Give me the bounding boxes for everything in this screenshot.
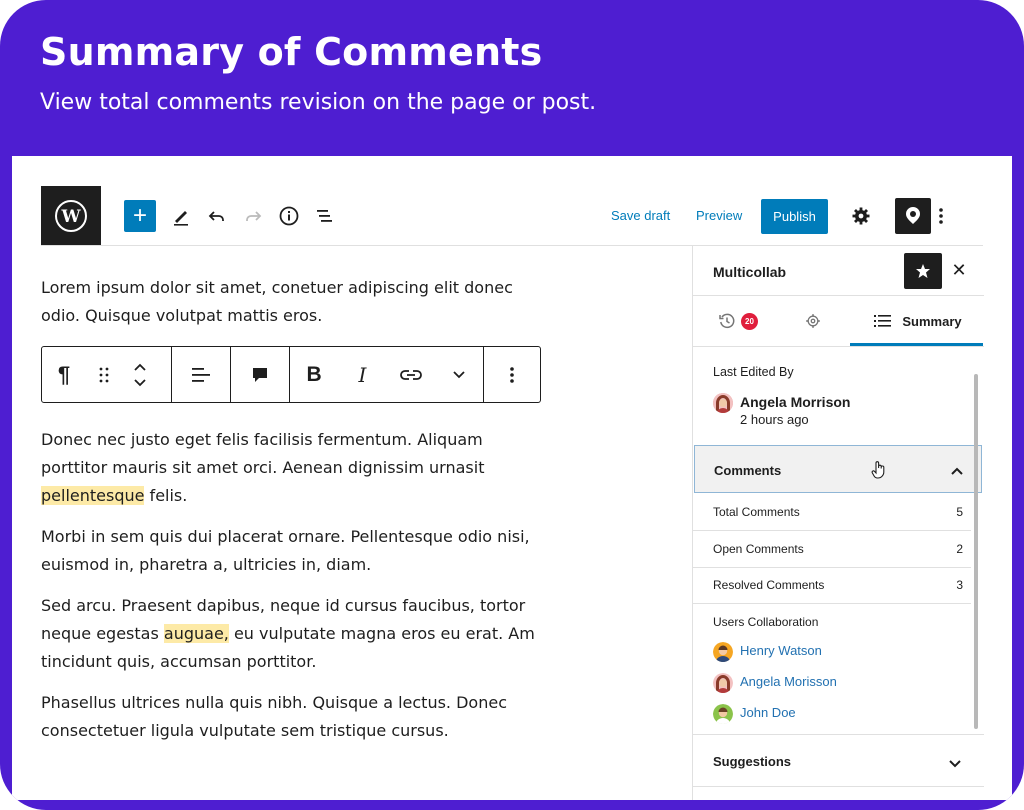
avatar xyxy=(713,393,733,413)
bold-button[interactable]: B xyxy=(296,347,332,402)
drag-handle-icon[interactable] xyxy=(86,347,122,402)
comments-heading: Comments xyxy=(714,463,782,478)
plus-icon: + xyxy=(132,202,147,229)
paragraph-4[interactable]: Sed arcu. Praesent dapibus, neque id cur… xyxy=(41,592,551,676)
list-icon xyxy=(874,315,892,327)
last-edited-time: 2 hours ago xyxy=(740,412,809,427)
avatar xyxy=(713,704,733,724)
last-edited-heading: Last Edited By xyxy=(713,365,794,379)
settings-gear-icon xyxy=(806,314,820,328)
pencil-icon[interactable] xyxy=(165,200,197,232)
tab-summary[interactable]: Summary xyxy=(863,296,973,346)
row-label: Total Comments xyxy=(713,505,800,519)
preview-button[interactable]: Preview xyxy=(696,208,742,223)
user-link[interactable]: Angela Morisson xyxy=(740,674,837,689)
row-label: Resolved Comments xyxy=(713,578,825,592)
chevron-up-icon[interactable] xyxy=(950,463,964,481)
star-icon[interactable] xyxy=(904,253,942,289)
gear-icon[interactable] xyxy=(845,200,877,232)
user-link[interactable]: Henry Watson xyxy=(740,643,822,658)
undo-icon[interactable] xyxy=(201,200,233,232)
summary-tab-label: Summary xyxy=(902,313,962,329)
history-icon xyxy=(719,313,735,329)
link-icon[interactable] xyxy=(393,347,429,402)
sidebar-divider xyxy=(693,346,984,347)
paragraph-2-text-end: felis. xyxy=(144,486,188,505)
multicollab-sidebar: Multicollab ✕ 20 Summary Last Edited By … xyxy=(692,246,984,800)
comment-icon[interactable] xyxy=(242,347,278,402)
highlighted-comment-text[interactable]: pellentesque xyxy=(41,486,145,505)
hero-title: Summary of Comments xyxy=(40,30,543,74)
tab-activity[interactable]: 20 xyxy=(703,296,773,346)
multicollab-icon[interactable] xyxy=(895,198,931,234)
paragraph-icon[interactable]: ¶ xyxy=(42,347,86,402)
align-icon[interactable] xyxy=(183,347,219,402)
paragraph-2[interactable]: Donec nec justo eget felis facilisis fer… xyxy=(41,426,551,510)
tab-settings[interactable] xyxy=(793,296,833,346)
block-options-icon[interactable] xyxy=(494,347,530,402)
highlighted-comment-text[interactable]: auguae, xyxy=(163,624,229,643)
sidebar-scrollbar[interactable] xyxy=(974,374,978,729)
user-link[interactable]: John Doe xyxy=(740,705,796,720)
paragraph-5[interactable]: Phasellus ultrices nulla quis nibh. Quis… xyxy=(41,689,551,745)
row-label: Open Comments xyxy=(713,542,804,556)
publish-button[interactable]: Publish xyxy=(761,199,828,234)
svg-text:W: W xyxy=(60,207,81,227)
block-toolbar: ¶ B I xyxy=(41,346,541,403)
promo-frame: Summary of Comments View total comments … xyxy=(0,0,1024,810)
info-icon[interactable] xyxy=(273,200,305,232)
row-value: 2 xyxy=(956,542,963,556)
editor-screen: W + Save draft Preview Publish Lorem ips… xyxy=(12,156,1012,800)
sidebar-title: Multicollab xyxy=(713,264,787,280)
comments-panel-header[interactable]: Comments xyxy=(694,445,982,493)
list-view-icon[interactable] xyxy=(309,200,341,232)
redo-icon[interactable] xyxy=(237,200,269,232)
move-up-down-icon[interactable] xyxy=(122,347,158,402)
add-block-button[interactable]: + xyxy=(124,200,156,232)
summary-row-open: Open Comments 2 xyxy=(693,531,971,568)
users-collaboration-heading: Users Collaboration xyxy=(713,615,819,629)
chevron-down-icon[interactable] xyxy=(441,347,477,402)
paragraph-2-text: Donec nec justo eget felis facilisis fer… xyxy=(41,430,485,477)
more-vertical-icon[interactable] xyxy=(933,200,949,232)
chevron-down-icon[interactable] xyxy=(948,756,962,774)
paragraph-3[interactable]: Morbi in sem quis dui placerat ornare. P… xyxy=(41,523,551,579)
row-value: 5 xyxy=(956,505,963,519)
last-editor-name: Angela Morrison xyxy=(740,394,851,410)
close-icon[interactable]: ✕ xyxy=(949,260,969,280)
hand-cursor-icon xyxy=(871,460,887,485)
summary-row-total: Total Comments 5 xyxy=(693,494,971,531)
row-value: 3 xyxy=(956,578,963,592)
italic-button[interactable]: I xyxy=(344,347,380,402)
avatar xyxy=(713,642,733,662)
save-draft-button[interactable]: Save draft xyxy=(611,208,670,223)
wordpress-icon[interactable]: W xyxy=(41,186,101,246)
suggestions-heading[interactable]: Suggestions xyxy=(713,754,791,769)
paragraph-1[interactable]: Lorem ipsum dolor sit amet, conetuer adi… xyxy=(41,274,551,330)
sidebar-divider xyxy=(693,734,984,735)
activity-count-badge: 20 xyxy=(741,312,758,330)
summary-row-resolved: Resolved Comments 3 xyxy=(693,567,971,604)
avatar xyxy=(713,673,733,693)
sidebar-divider xyxy=(693,786,984,787)
hero-subtitle: View total comments revision on the page… xyxy=(40,90,597,115)
